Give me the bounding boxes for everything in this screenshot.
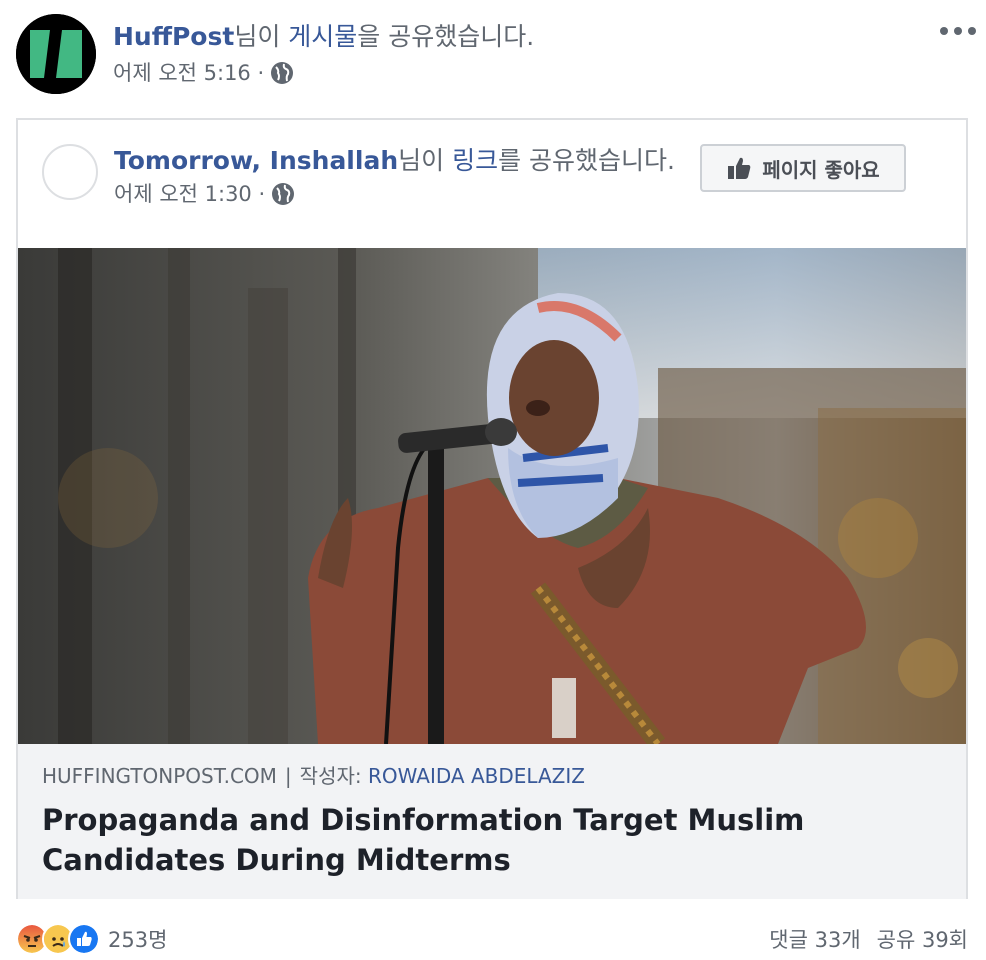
shared-timestamp[interactable]: 어제 오전 1:30 · (114, 179, 265, 209)
engagement-stats: 댓글 33개 공유 39회 (769, 922, 968, 956)
shared-author-avatar[interactable] (42, 144, 98, 200)
shared-author-link[interactable]: Tomorrow, Inshallah (114, 146, 398, 175)
link-preview[interactable]: HUFFINGTONPOST.COM | 작성자: ROWAIDA ABDELAZI… (18, 744, 966, 899)
huffpost-avatar[interactable] (16, 14, 96, 94)
globe-icon[interactable] (270, 61, 294, 85)
shared-action-text: 님이 (398, 146, 453, 175)
link-title[interactable]: Propaganda and Disinformation Target Mus… (42, 800, 922, 880)
post-meta: 어제 오전 5:16 · (113, 58, 294, 88)
post-author-link[interactable]: HuffPost (113, 22, 234, 51)
article-photo[interactable] (18, 248, 966, 744)
reaction-count: 253명 (108, 928, 168, 952)
reaction-icons (16, 923, 100, 955)
reactions-summary[interactable]: 253명 (16, 922, 167, 956)
shared-action-text-end: 를 공유했습니다. (498, 146, 675, 175)
shared-header-line: Tomorrow, Inshallah님이 링크를 공유했습니다. (114, 144, 675, 178)
shares-count[interactable]: 공유 39회 (877, 924, 968, 954)
shared-meta: 어제 오전 1:30 · (114, 179, 295, 209)
like-icon (68, 923, 100, 955)
post-action-text-end: 을 공유했습니다. (357, 22, 535, 51)
comments-count[interactable]: 댓글 33개 (769, 924, 860, 954)
link-domain: HUFFINGTONPOST.COM (42, 764, 277, 788)
post-timestamp[interactable]: 어제 오전 5:16 · (113, 58, 264, 88)
thumbs-up-icon (726, 155, 752, 181)
like-page-label: 페이지 좋아요 (762, 157, 880, 182)
dot (954, 27, 962, 35)
post-action-text: 님이 (234, 22, 289, 51)
link-separator: | (284, 764, 292, 788)
post-header-line: HuffPost님이 게시물을 공유했습니다. (113, 20, 534, 54)
post-action-link[interactable]: 게시물 (288, 22, 357, 51)
huffpost-logo-icon (16, 14, 96, 94)
more-dots-icon[interactable] (940, 16, 976, 46)
dot (968, 27, 976, 35)
globe-icon[interactable] (271, 182, 295, 206)
feed-post: HuffPost님이 게시물을 공유했습니다. 어제 오전 5:16 · Tom… (0, 0, 986, 960)
shared-action-link[interactable]: 링크 (452, 146, 498, 175)
shared-post-card: Tomorrow, Inshallah님이 링크를 공유했습니다. 어제 오전 … (16, 118, 968, 899)
like-page-button[interactable]: 페이지 좋아요 (700, 144, 906, 192)
speaker-photo-image (18, 248, 966, 744)
link-author[interactable]: ROWAIDA ABDELAZIZ (368, 764, 585, 788)
link-source-line: HUFFINGTONPOST.COM | 작성자: ROWAIDA ABDELAZI… (42, 762, 585, 790)
link-author-prefix: 작성자: (299, 764, 368, 788)
dot (940, 27, 948, 35)
